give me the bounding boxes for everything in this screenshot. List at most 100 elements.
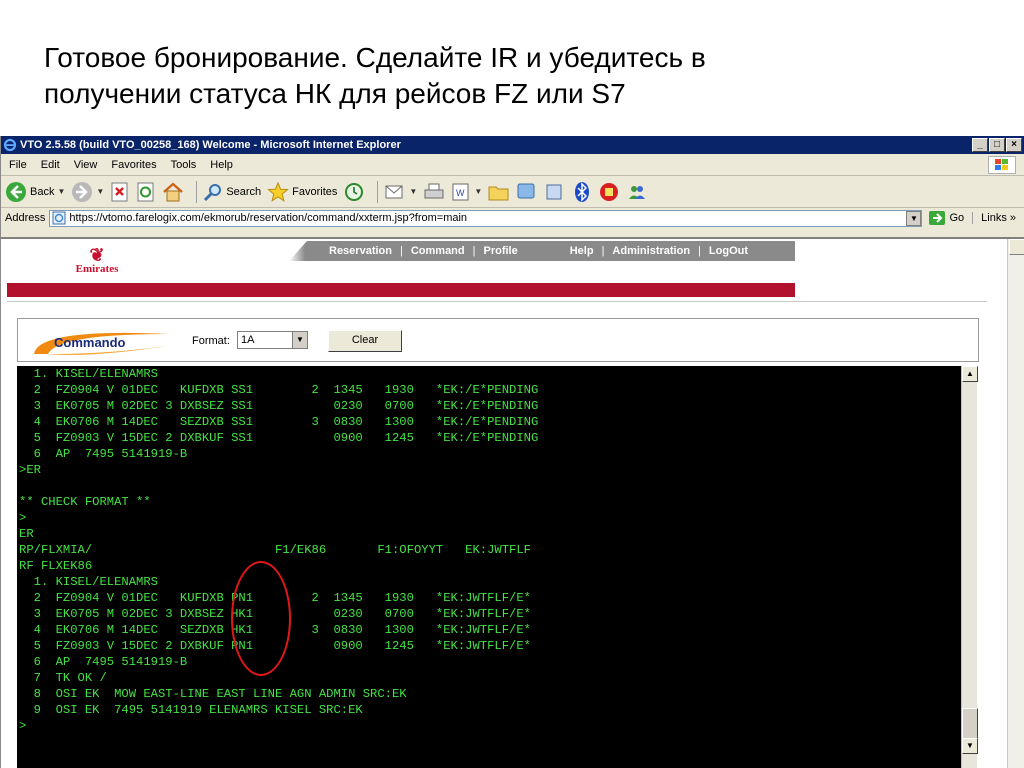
print-icon	[424, 183, 444, 198]
terminal-line: RF FLXEK86	[19, 559, 93, 573]
divider	[7, 301, 987, 302]
chevron-down-icon[interactable]: ▼	[292, 332, 307, 348]
terminal-line: >	[19, 719, 27, 733]
go-arrow-icon	[929, 211, 946, 225]
menu-edit[interactable]: Edit	[41, 159, 60, 171]
browser-window: VTO 2.5.58 (build VTO_00258_168) Welcome…	[0, 136, 1024, 768]
terminal-line: 1. KISEL/ELENAMRS	[19, 575, 158, 589]
history-icon	[345, 182, 364, 201]
favorites-label: Favorites	[292, 185, 338, 198]
emirates-red-bar	[7, 283, 795, 297]
address-label: Address	[5, 212, 46, 224]
svg-text:W: W	[456, 188, 465, 198]
menu-bar: File Edit View Favorites Tools Help	[1, 154, 1024, 176]
nav-separator: |	[698, 245, 701, 257]
close-button[interactable]: ×	[1006, 138, 1022, 152]
edit-word-button[interactable]: W ▼	[451, 182, 482, 202]
menu-help[interactable]: Help	[210, 159, 233, 171]
menu-tools[interactable]: Tools	[171, 159, 197, 171]
page-scrollbar[interactable]	[1007, 239, 1024, 768]
stop-icon	[111, 182, 128, 201]
bluetooth-icon	[575, 181, 590, 202]
folder-button[interactable]	[488, 183, 510, 201]
minimize-button[interactable]: _	[972, 138, 988, 152]
format-select[interactable]: 1A ▼	[237, 331, 308, 349]
scroll-up-arrow-icon[interactable]: ▲	[962, 366, 978, 382]
history-button[interactable]	[343, 182, 365, 202]
emirates-header: ❦ Emirates Reservation | Command | Profi…	[7, 241, 795, 297]
back-button[interactable]: Back ▼	[5, 181, 65, 203]
format-value: 1A	[241, 334, 255, 346]
slide-title-line-2: получении статуса НК для рейсов FZ или S…	[44, 78, 626, 109]
stop-button[interactable]	[110, 182, 130, 202]
slide-title-line-1: Готовое бронирование. Сделайте IR и убед…	[44, 42, 706, 73]
terminal-line: 5 FZ0903 V 15DEC 2 DXBKUF SS1 0900 1245 …	[19, 431, 539, 445]
terminal-text: 1. KISEL/ELENAMRS 2 FZ0904 V 01DEC KUFDX…	[19, 366, 961, 734]
search-label: Search	[226, 185, 262, 198]
search-icon	[204, 183, 222, 201]
chevron-down-icon[interactable]: ▼	[906, 210, 922, 226]
nav-command[interactable]: Command	[411, 245, 465, 257]
bluetooth-button[interactable]	[572, 181, 592, 203]
nav-reservation[interactable]: Reservation	[329, 245, 392, 257]
research-icon	[546, 184, 562, 199]
go-label: Go	[949, 212, 965, 224]
red-tool-button[interactable]	[598, 181, 620, 203]
nav-administration[interactable]: Administration	[612, 245, 690, 257]
chevron-down-icon[interactable]: ▼	[409, 187, 417, 196]
mail-button[interactable]: ▼	[384, 183, 417, 201]
nav-profile[interactable]: Profile	[483, 245, 517, 257]
search-button[interactable]: Search	[203, 182, 261, 202]
clear-button[interactable]: Clear	[328, 330, 402, 352]
menu-view[interactable]: View	[74, 159, 98, 171]
chevron-down-icon[interactable]: ▼	[474, 187, 482, 196]
terminal-output[interactable]: 1. KISEL/ELENAMRS 2 FZ0904 V 01DEC KUFDX…	[17, 366, 961, 768]
nav-logout[interactable]: LogOut	[709, 245, 748, 257]
forward-button[interactable]: ▼	[71, 181, 104, 203]
window-titlebar[interactable]: VTO 2.5.58 (build VTO_00258_168) Welcome…	[1, 136, 1024, 154]
emirates-logo[interactable]: ❦ Emirates	[67, 245, 127, 275]
toolbar-separator	[377, 180, 379, 203]
home-icon	[163, 182, 184, 201]
contacts-button[interactable]	[626, 182, 648, 202]
refresh-button[interactable]	[136, 182, 156, 202]
emirates-calligraphy-icon: ❦	[89, 245, 105, 265]
terminal-line: 3 EK0705 M 02DEC 3 DXBSEZ SS1 0230 0700 …	[19, 399, 539, 413]
main-nav: Reservation | Command | Profile Help | A…	[289, 241, 795, 261]
chevron-down-icon[interactable]: ▼	[57, 187, 65, 196]
menu-favorites[interactable]: Favorites	[111, 159, 156, 171]
back-label: Back	[30, 185, 55, 198]
chevron-down-icon[interactable]: ▼	[96, 187, 104, 196]
commando-panel: Commando Format: 1A ▼ Clear	[17, 318, 979, 362]
mail-icon	[385, 185, 403, 198]
scroll-down-arrow-icon[interactable]: ▼	[962, 738, 978, 754]
scroll-up-arrow-icon[interactable]	[1009, 239, 1024, 255]
word-document-icon: W	[452, 183, 469, 200]
terminal-line: >	[19, 511, 27, 525]
links-button[interactable]: Links »	[972, 212, 1024, 224]
print-button[interactable]	[423, 182, 445, 202]
terminal-line: 5 FZ0903 V 15DEC 2 DXBKUF PN1 0900 1245 …	[19, 639, 531, 653]
terminal-line: 8 OSI EK MOW EAST-LINE EAST LINE AGN ADM…	[19, 687, 407, 701]
home-button[interactable]	[162, 182, 184, 202]
research-button[interactable]	[544, 182, 566, 202]
favorites-button[interactable]: Favorites	[267, 181, 338, 202]
maximize-button[interactable]: □	[989, 138, 1005, 152]
internet-explorer-icon	[3, 138, 17, 152]
nav-separator: |	[601, 245, 605, 257]
go-button[interactable]: Go	[928, 210, 964, 226]
address-input[interactable]: https://vtomo.farelogix.com/ekmorub/rese…	[49, 209, 923, 227]
slide-title: Готовое бронирование. Сделайте IR и убед…	[44, 40, 984, 112]
terminal-line: >ER	[19, 463, 41, 477]
terminal-scrollbar[interactable]: ▲ ▼	[961, 366, 978, 768]
terminal-line: 6 AP 7495 5141919-B	[19, 447, 188, 461]
page-content: ❦ Emirates Reservation | Command | Profi…	[1, 237, 1024, 768]
page-icon	[52, 211, 66, 225]
messenger-button[interactable]	[516, 182, 538, 202]
terminal-line: 4 EK0706 M 14DEC SEZDXB HK1 3 0830 1300 …	[19, 623, 531, 637]
terminal-line: 7 TK OK /	[19, 671, 107, 685]
menu-file[interactable]: File	[9, 159, 27, 171]
nav-help[interactable]: Help	[570, 245, 594, 257]
browser-toolbar: Back ▼ ▼ Search Favorites ▼ W ▼	[1, 176, 1024, 208]
